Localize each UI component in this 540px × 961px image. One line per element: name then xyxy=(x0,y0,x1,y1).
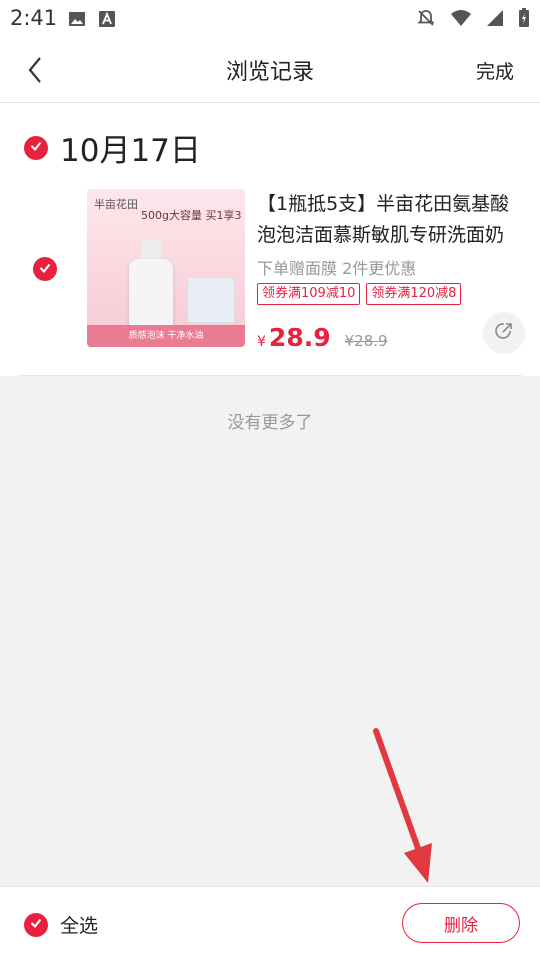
price-row: ¥ 28.9 ¥28.9 xyxy=(257,323,388,352)
page-title: 浏览记录 xyxy=(225,60,314,85)
currency-symbol: ¥ xyxy=(257,334,266,350)
share-icon xyxy=(493,320,515,346)
select-all-toggle[interactable]: 全选 xyxy=(24,911,98,938)
signal-icon xyxy=(486,9,504,31)
status-bar: 2:41 xyxy=(0,0,540,38)
status-time: 2:41 xyxy=(10,6,58,30)
app-bar: 浏览记录 完成 xyxy=(0,38,540,103)
product-image-promo: 500g大容量 买1享3 xyxy=(141,209,242,222)
done-button[interactable]: 完成 xyxy=(476,57,514,84)
checkmark-icon xyxy=(29,138,43,157)
product-image-strip: 质感泡沫 干净水油 xyxy=(87,325,245,347)
coupon-badge: 领券满120减8 xyxy=(366,283,462,305)
product-title[interactable]: 【1瓶抵5支】半亩花田氨基酸泡泡洁面慕斯敏肌专研洗面奶 xyxy=(257,189,522,251)
product-image[interactable]: 半亩花田 500g大容量 买1享3 质感泡沫 干净水油 xyxy=(87,189,245,347)
select-all-checkbox[interactable] xyxy=(24,912,48,937)
date-label: 10月17日 xyxy=(60,133,201,169)
original-price: ¥28.9 xyxy=(344,332,388,350)
date-group-checkbox[interactable] xyxy=(24,135,48,160)
share-button[interactable] xyxy=(483,312,525,354)
arrow-annotation-icon xyxy=(373,728,432,883)
checkmark-icon xyxy=(38,260,52,279)
font-a-icon xyxy=(98,10,116,32)
select-all-label: 全选 xyxy=(60,915,99,937)
divider xyxy=(18,375,522,376)
item-checkbox[interactable] xyxy=(33,257,57,281)
battery-icon xyxy=(518,8,530,32)
history-group: 10月17日 半亩花田 500g大容量 买1享3 质感泡沫 干净水油 【1瓶抵5… xyxy=(0,103,540,376)
current-price: 28.9 xyxy=(268,323,331,352)
coupon-badge: 领券满109减10 xyxy=(257,283,361,305)
delete-button[interactable]: 删除 xyxy=(402,903,520,943)
checkmark-icon xyxy=(29,915,43,934)
list-end-text: 没有更多了 xyxy=(227,413,313,433)
mask-pack-graphic xyxy=(187,277,235,323)
wifi-icon xyxy=(450,9,472,31)
product-image-brand: 半亩花田 xyxy=(94,198,138,211)
bottom-action-bar: 全选 删除 xyxy=(0,886,540,961)
image-icon xyxy=(68,10,86,32)
gift-text: 下单赠面膜 2件更优惠 xyxy=(257,259,417,278)
product-info[interactable]: 【1瓶抵5支】半亩花田氨基酸泡泡洁面慕斯敏肌专研洗面奶 下单赠面膜 2件更优惠 … xyxy=(257,189,522,305)
bottle-pump-graphic xyxy=(141,239,161,261)
date-group-header[interactable]: 10月17日 xyxy=(24,125,201,170)
coupon-list: 领券满109减10 领券满120减8 xyxy=(257,283,522,305)
bottle-graphic xyxy=(129,259,173,329)
bell-off-icon xyxy=(416,8,436,32)
